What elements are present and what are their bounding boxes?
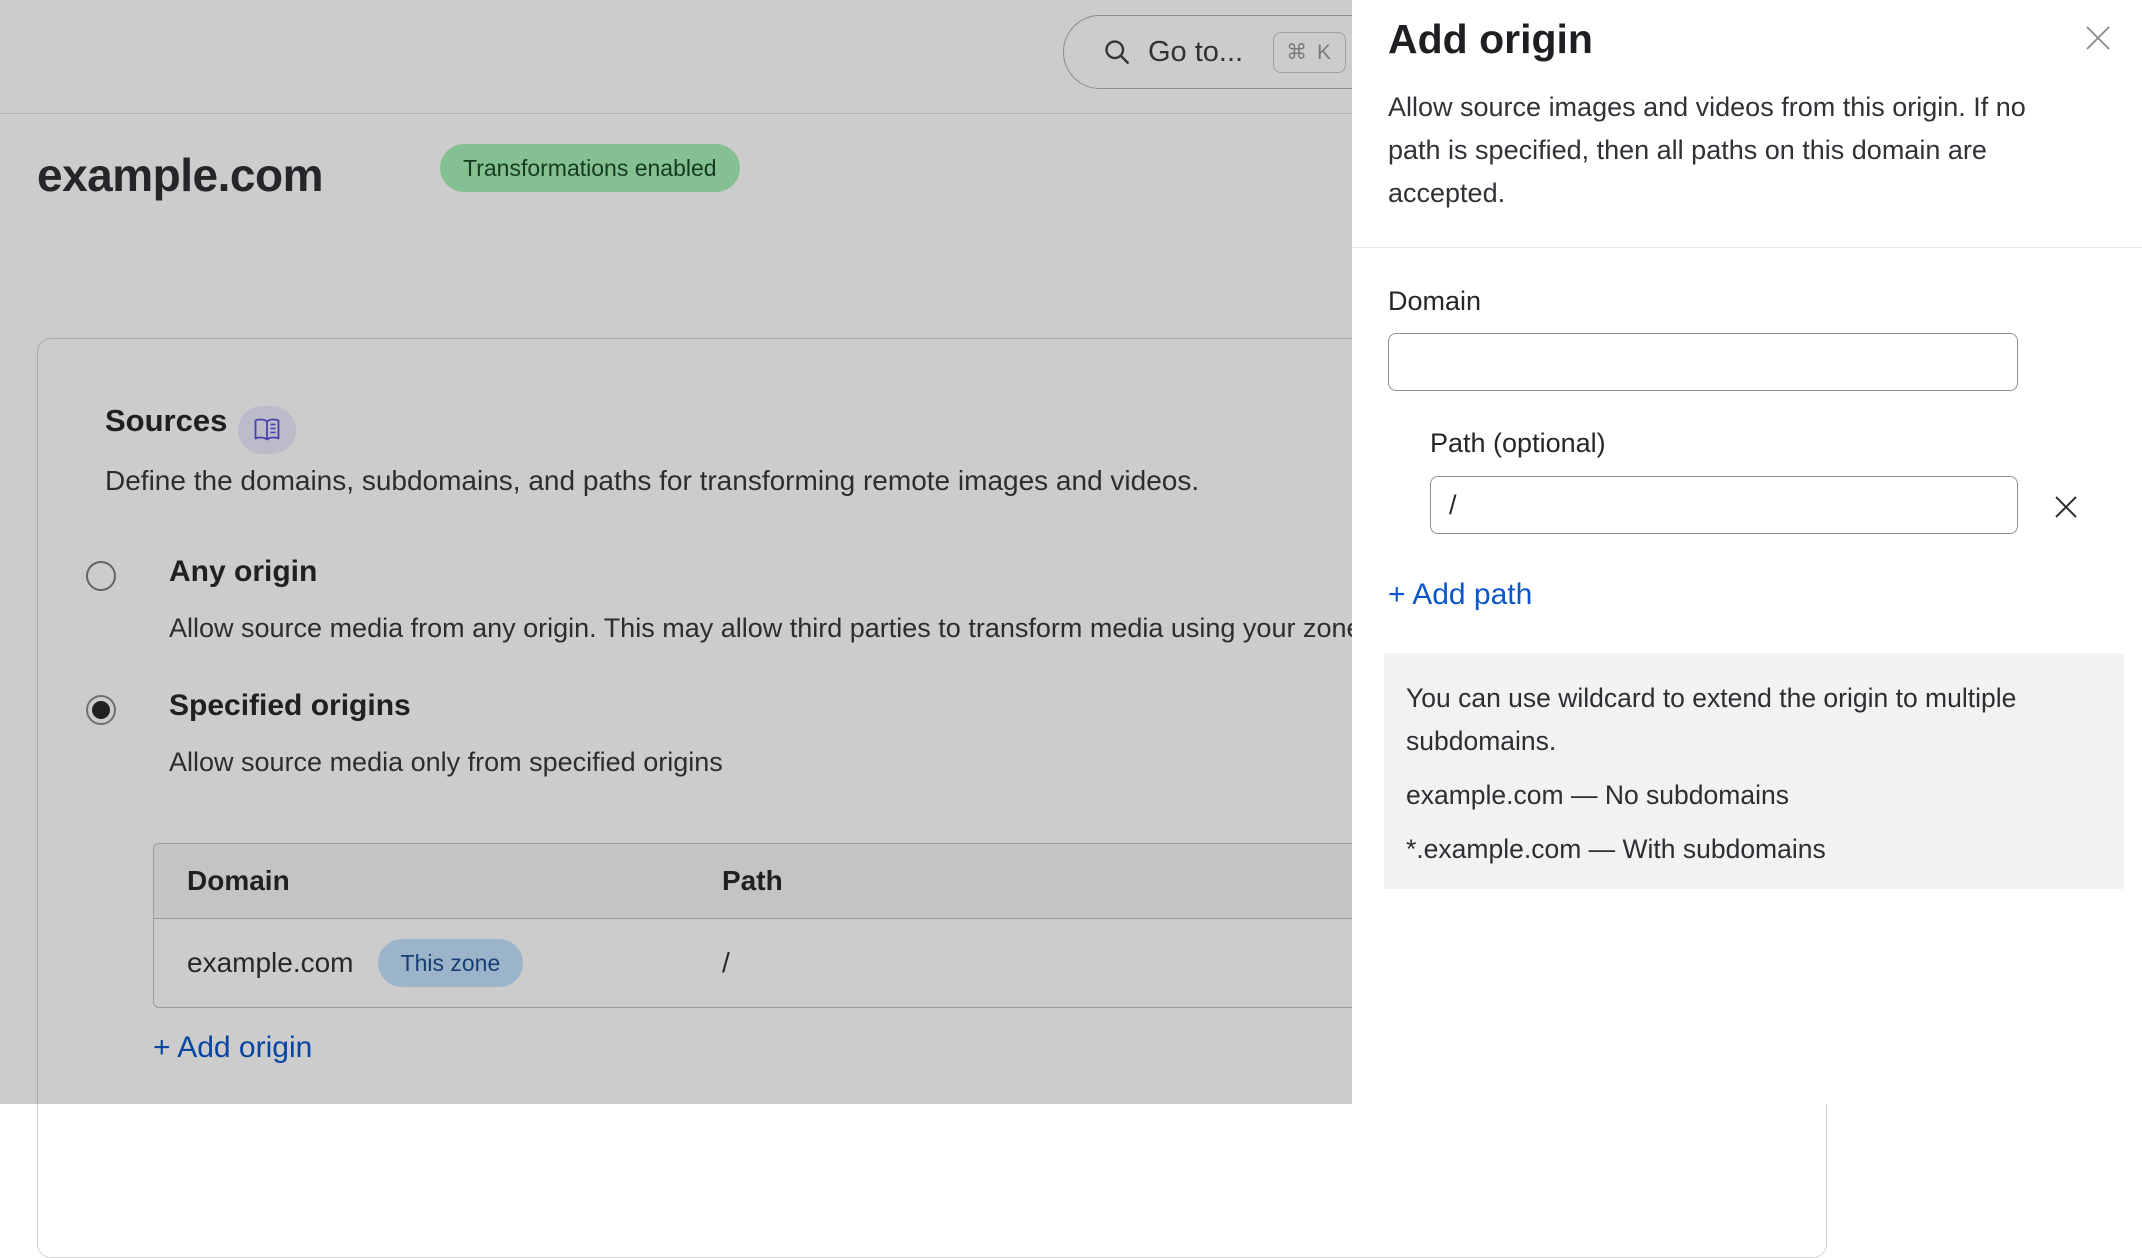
wildcard-example-no-subdomains: example.com — No subdomains: [1406, 774, 2104, 817]
path-input[interactable]: [1430, 476, 2018, 534]
domain-label: Domain: [1388, 286, 1481, 317]
close-icon: [2083, 23, 2113, 53]
wildcard-example-with-subdomains: *.example.com — With subdomains: [1406, 828, 2104, 871]
remove-path-button[interactable]: [2044, 489, 2088, 525]
panel-description: Allow source images and videos from this…: [1388, 86, 2080, 215]
close-button[interactable]: [2076, 16, 2120, 60]
domain-input[interactable]: [1388, 333, 2018, 391]
wildcard-info-box: You can use wildcard to extend the origi…: [1384, 653, 2124, 889]
add-origin-panel: Add origin Allow source images and video…: [1352, 0, 2142, 1104]
wildcard-info-text: You can use wildcard to extend the origi…: [1406, 677, 2104, 763]
remove-icon: [2050, 491, 2082, 523]
panel-divider: [1352, 247, 2142, 248]
path-label: Path (optional): [1430, 428, 1606, 459]
add-path-link[interactable]: + Add path: [1388, 578, 1532, 612]
panel-title: Add origin: [1388, 16, 1593, 63]
